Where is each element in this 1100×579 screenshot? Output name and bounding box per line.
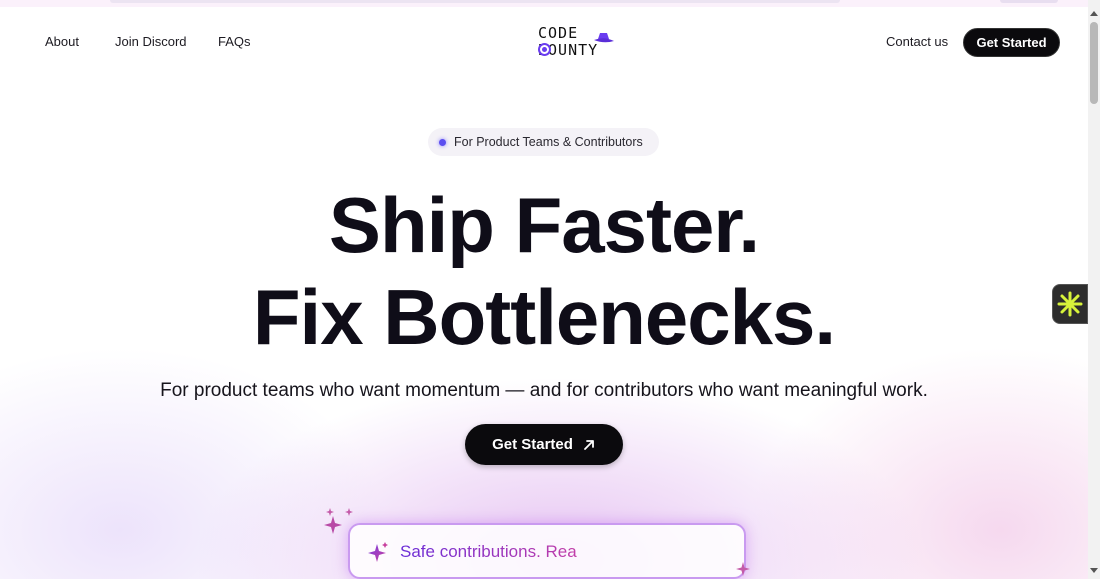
rotating-message-text: Safe contributions. Rea	[400, 542, 577, 561]
top-strip	[0, 0, 1088, 7]
nav-link-join-discord[interactable]: Join Discord	[115, 34, 187, 49]
arrow-up-right-icon	[584, 439, 594, 450]
audience-badge: For Product Teams & Contributors	[428, 128, 659, 156]
top-strip-tab	[1000, 0, 1058, 3]
scrollbar-thumb[interactable]	[1090, 22, 1098, 104]
hero-title-line-2: Fix Bottlenecks.	[252, 273, 836, 361]
top-strip-bar	[110, 0, 840, 3]
badge-dot-icon	[439, 138, 446, 146]
target-icon	[538, 43, 551, 56]
contact-us-link[interactable]: Contact us	[886, 34, 948, 49]
hero-subtitle: For product teams who want momentum — an…	[160, 380, 928, 401]
page-scrollbar[interactable]	[1088, 0, 1100, 579]
scroll-down-arrow-icon[interactable]	[1090, 568, 1098, 573]
header-get-started-button[interactable]: Get Started	[963, 28, 1060, 57]
sparkle-small-icon	[736, 562, 750, 576]
hero-get-started-label: Get Started	[492, 436, 573, 453]
scroll-up-arrow-icon[interactable]	[1090, 11, 1098, 16]
hero-get-started-button[interactable]: Get Started	[465, 424, 623, 465]
code-bounty-logo[interactable]: CODE BOUNTY	[538, 24, 618, 62]
logo-text-code: CODE	[538, 24, 579, 42]
hero-title-line-1: Ship Faster.	[328, 181, 760, 269]
floating-widget-button[interactable]	[1052, 284, 1088, 324]
nav-link-about[interactable]: About	[45, 34, 79, 49]
sparkle-icon	[368, 542, 388, 562]
nav-link-faqs[interactable]: FAQs	[218, 34, 251, 49]
hat-icon	[594, 33, 614, 43]
asterisk-icon	[1057, 291, 1083, 317]
badge-text: For Product Teams & Contributors	[454, 135, 643, 149]
rotating-message-card: Safe contributions. Rea	[348, 523, 746, 579]
